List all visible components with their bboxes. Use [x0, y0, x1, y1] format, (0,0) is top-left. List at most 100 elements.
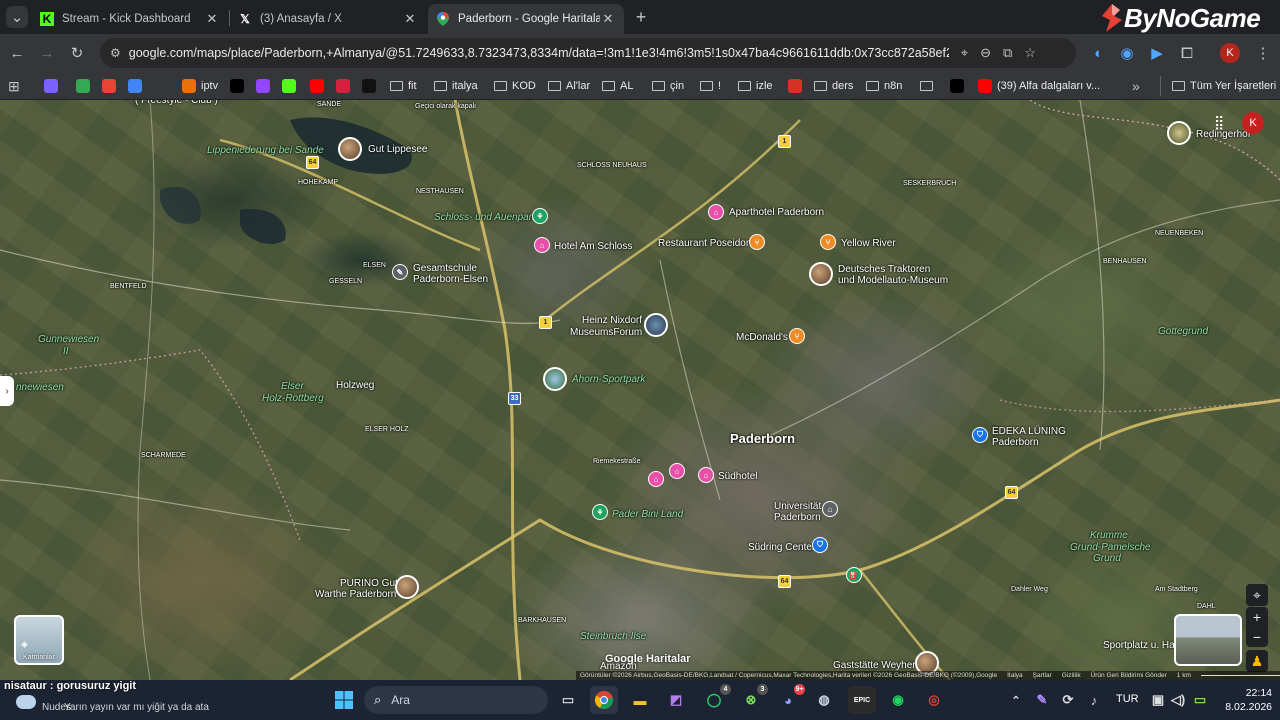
task-view-icon[interactable]: ▭	[554, 686, 582, 714]
bookmark-item[interactable]	[788, 76, 807, 96]
poi-photo-ahorn-sportpark[interactable]	[543, 367, 567, 391]
map-label[interactable]: Aparthotel Paderborn	[729, 207, 824, 218]
map-label[interactable]: Gesamtschule	[413, 263, 477, 274]
map-label[interactable]: Krumme	[1090, 530, 1128, 541]
map-label[interactable]: Universität	[774, 501, 821, 512]
hotel-pin-icon[interactable]: ⌂	[708, 204, 724, 220]
bookmark-item[interactable]: (39) Alfa dalgaları v...	[978, 76, 1100, 96]
bookmark-item[interactable]: KOD	[494, 76, 536, 96]
start-button[interactable]	[330, 686, 358, 714]
hotel-pin-icon[interactable]: ⌂	[698, 467, 714, 483]
file-explorer-icon[interactable]: ▬	[626, 686, 654, 714]
map-label[interactable]: Gottegrund	[1158, 326, 1208, 337]
bookmark-item[interactable]: ders	[814, 76, 853, 96]
map-label[interactable]: Yellow River	[841, 238, 896, 249]
map-label[interactable]: Gaststätte Weyher	[833, 660, 916, 671]
map-label[interactable]: Restaurant Poseidon	[658, 238, 751, 249]
bookmark-item[interactable]	[44, 76, 63, 96]
reload-button[interactable]: ↻	[66, 42, 88, 64]
poi-photo-gut-lippesee[interactable]	[338, 137, 362, 161]
tab-kick-dashboard[interactable]: K Stream - Kick Dashboard ✕	[32, 4, 228, 34]
map-label[interactable]: Elser	[281, 381, 304, 392]
language-indicator[interactable]: TUR	[1116, 693, 1139, 705]
tab-x-home[interactable]: 𝕏 (3) Anasayfa / X ✕	[230, 4, 426, 34]
school-pin-icon[interactable]: ✎	[392, 264, 408, 280]
extension-edge-icon[interactable]: ◖	[1086, 42, 1108, 64]
url-text[interactable]: google.com/maps/place/Paderborn,+Almanya…	[129, 46, 949, 60]
map-label[interactable]: ( Freestyle - Club )	[135, 100, 218, 106]
bookmark-item[interactable]: iptv	[182, 76, 218, 96]
park-pin-icon[interactable]: ⚘	[592, 504, 608, 520]
maps-account-avatar[interactable]: K	[1242, 112, 1264, 134]
zoom-in-button[interactable]: +	[1246, 607, 1268, 627]
more-bookmarks-icon[interactable]: »	[1132, 76, 1140, 96]
map-label[interactable]: Dahler Weg	[1011, 586, 1048, 593]
map-label[interactable]: Grund	[1093, 553, 1121, 564]
photos-app-icon[interactable]: ◩	[662, 686, 690, 714]
map-label[interactable]: SCHARMEDE	[141, 452, 186, 459]
map-label[interactable]: PURINO Gut	[340, 578, 398, 589]
bookmark-item[interactable]	[362, 76, 381, 96]
map-label[interactable]: II	[63, 346, 69, 357]
close-tab-icon[interactable]: ✕	[204, 11, 220, 27]
map-label[interactable]: BENHAUSEN	[1103, 258, 1147, 265]
map-label[interactable]: ELSER HOLZ	[365, 426, 409, 433]
map-label[interactable]: SESKERBRUCH	[903, 180, 956, 187]
bookmark-item[interactable]	[256, 76, 275, 96]
browser-menu-icon[interactable]: ⋮	[1252, 42, 1274, 64]
map-label[interactable]: Schloss- und Auenpark	[434, 212, 537, 223]
map-label[interactable]: Geçici olarak kapalı	[415, 103, 476, 110]
xbox-icon[interactable]: ⊗ 3	[737, 684, 768, 714]
bookmark-item[interactable]	[920, 76, 938, 96]
extensions-puzzle-icon[interactable]: ⧠	[1176, 42, 1198, 64]
bookmark-item[interactable]: çin	[652, 76, 684, 96]
new-tab-button[interactable]: +	[630, 6, 652, 28]
map-label[interactable]: Südring Center	[748, 542, 815, 553]
obs-icon[interactable]: ◎	[920, 686, 948, 714]
attribution-link[interactable]: İtalya	[1007, 672, 1023, 679]
restaurant-pin-icon[interactable]: ⑂	[789, 328, 805, 344]
map-label[interactable]: Paderborn-Elsen	[413, 274, 488, 285]
map-label[interactable]: NEUENBEKEN	[1155, 230, 1203, 237]
epic-games-icon[interactable]: EPIC	[848, 686, 876, 714]
back-button[interactable]: ←	[6, 42, 28, 64]
map-label[interactable]: Steinbruch Ilse	[580, 631, 646, 642]
chrome-taskbar-icon[interactable]	[590, 686, 618, 714]
map-label[interactable]: Gut Lippesee	[368, 144, 428, 155]
attribution-link[interactable]: Şartlar	[1033, 672, 1052, 679]
map-label[interactable]: HOHEKAMP	[298, 179, 338, 186]
map-label[interactable]: Grund-Pamelsche	[1070, 542, 1151, 553]
street-view-pegman[interactable]: ♟	[1246, 650, 1268, 672]
bookmark-item[interactable]: n8n	[866, 76, 902, 96]
close-tab-icon[interactable]: ✕	[600, 11, 616, 27]
bookmark-item[interactable]: AL	[602, 76, 633, 96]
restaurant-pin-icon[interactable]: ⑂	[820, 234, 836, 250]
google-apps-icon[interactable]: ⣿	[1214, 114, 1224, 131]
restaurant-pin-icon[interactable]: ⑂	[749, 234, 765, 250]
bookmark-item[interactable]	[950, 76, 969, 96]
hotel-pin-icon[interactable]: ⌂	[648, 471, 664, 487]
bookmark-item[interactable]: fit	[390, 76, 417, 96]
forward-button[interactable]: →	[36, 42, 58, 64]
extension-shield-icon[interactable]: ◉	[1116, 42, 1138, 64]
map-label[interactable]: Gunnewiesen	[38, 334, 99, 345]
tray-feather-icon[interactable]: ✎	[1028, 686, 1056, 714]
bookmark-item[interactable]: italya	[434, 76, 478, 96]
map-label[interactable]: McDonald's	[736, 332, 788, 343]
bookmark-item[interactable]: !	[700, 76, 721, 96]
map-label[interactable]: Ahorn-Sportpark	[572, 374, 645, 385]
map-label[interactable]: NESTHAUSEN	[416, 188, 464, 195]
map-label[interactable]: Paderborn	[730, 431, 795, 446]
weather-cloud-icon[interactable]	[16, 695, 36, 709]
map-label[interactable]: Lippeniederung bei Sande	[207, 145, 324, 156]
map-label[interactable]: nnewiesen	[16, 382, 64, 393]
show-hidden-icons[interactable]: ⌃	[1002, 686, 1030, 714]
whatsapp-icon[interactable]: ◯ 4	[700, 684, 731, 714]
map-label[interactable]: und Modellauto-Museum	[838, 275, 948, 286]
layers-button[interactable]: Katmanlar ◈	[14, 615, 64, 665]
map-label[interactable]: Heinz Nixdorf	[582, 315, 642, 326]
poi-photo-redingerhof[interactable]	[1167, 121, 1191, 145]
map-label[interactable]: Pader Bini Land	[612, 509, 683, 520]
hotel-pin-icon[interactable]: ⌂	[669, 463, 685, 479]
steam-icon[interactable]: ◍	[810, 686, 838, 714]
